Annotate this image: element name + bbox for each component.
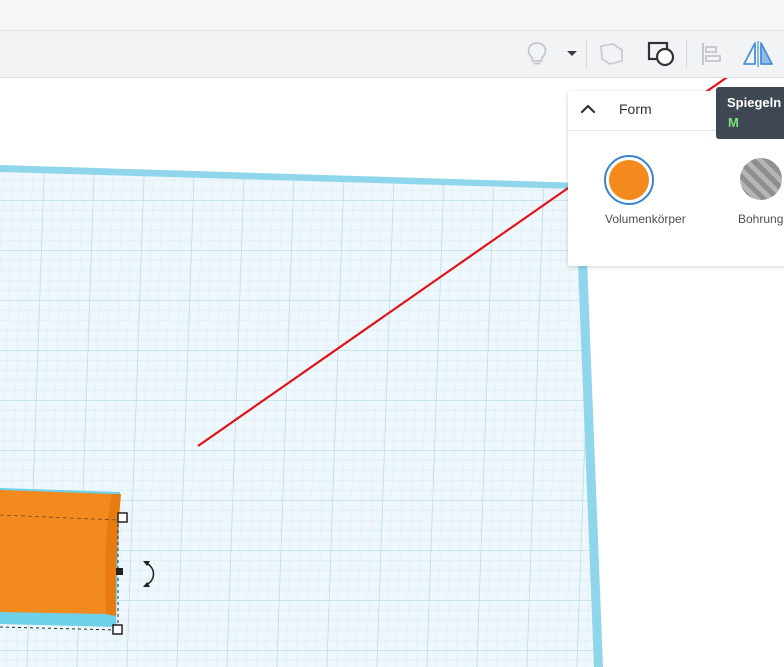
lightbulb-icon [527,42,547,65]
notes-dropdown-button[interactable] [562,31,582,77]
toolbar [0,31,784,78]
hole-label: Bohrung [738,212,784,226]
group-button[interactable] [643,31,679,77]
caret-down-icon [567,51,577,56]
toolbar-divider [586,40,587,68]
resize-handle [112,624,123,635]
resize-handle [116,568,123,575]
notes-lightbulb-button[interactable] [520,31,554,77]
cube-outline-icon [600,43,623,65]
tooltip-shortcut: M [728,115,739,130]
show-all-button[interactable] [595,31,629,77]
mirror-icon [743,41,773,67]
solid-color-fill [609,160,649,200]
orange-box-shape [0,488,121,631]
chevron-up-icon [580,104,596,114]
mirror-tooltip: Spiegeln M [716,87,784,139]
tooltip-title: Spiegeln [727,95,782,110]
panel-title: Form [619,101,652,117]
solid-color-swatch[interactable] [604,155,654,205]
group-shapes-icon [647,41,675,67]
resize-handle [117,512,128,523]
toolbar-divider [686,40,687,68]
top-bar [0,0,784,31]
mirror-button[interactable] [738,31,778,77]
solid-label: Volumenkörper [605,212,686,226]
align-button[interactable] [694,31,728,77]
hole-swatch[interactable] [740,158,782,200]
align-icon [702,43,721,65]
